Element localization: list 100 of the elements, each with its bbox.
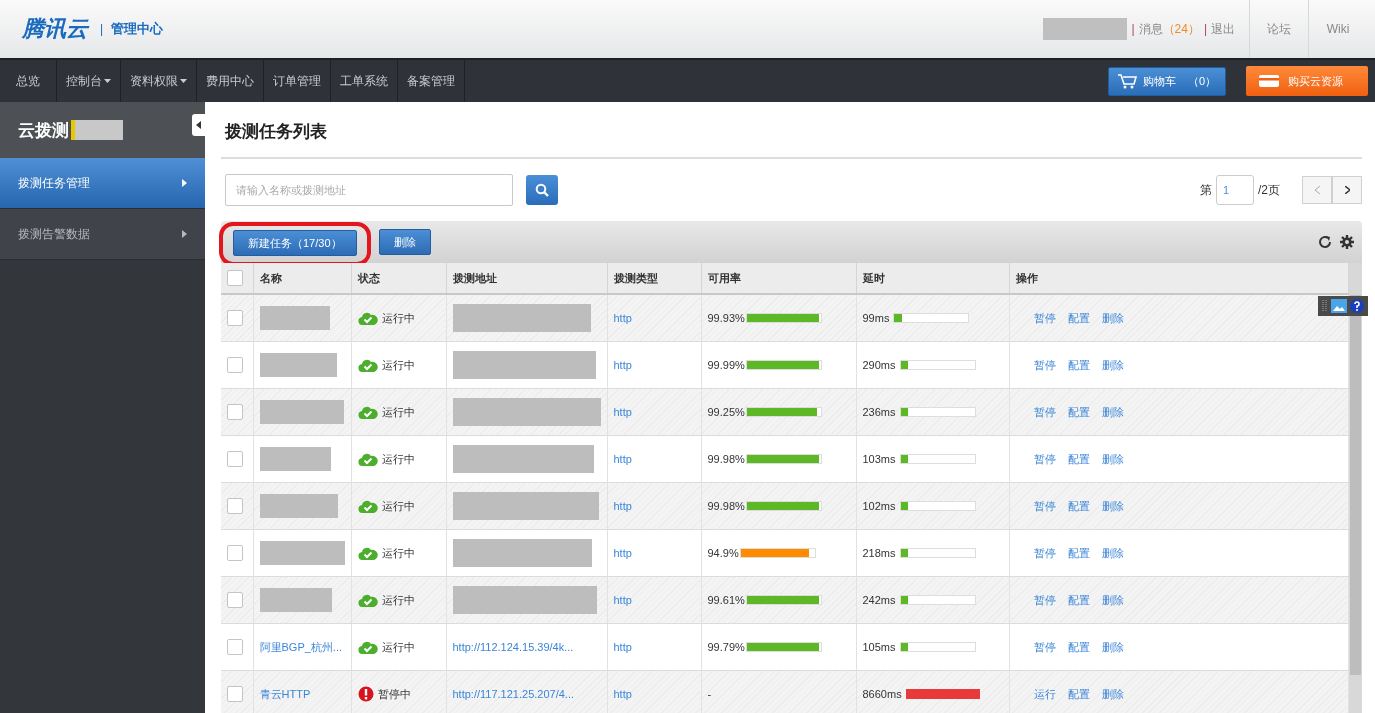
header-link[interactable]: Wiki (1308, 0, 1367, 58)
action-link[interactable]: 删除 (1101, 592, 1124, 608)
logo[interactable]: 腾讯云 (22, 14, 88, 44)
row-checkbox[interactable] (227, 639, 243, 655)
search-button[interactable] (526, 175, 558, 205)
type-link[interactable]: http (613, 406, 632, 418)
type-link[interactable]: http (613, 641, 632, 653)
chevron-icon (182, 179, 187, 187)
latency-value: 236ms (862, 406, 896, 418)
chevron-icon (1344, 186, 1350, 194)
action-link[interactable]: 配置 (1067, 639, 1090, 655)
search-field[interactable]: 请输入名称或拨测地址 (225, 174, 513, 206)
latency-value: 8660ms (862, 688, 902, 700)
column-header: 拨测地址 (446, 263, 607, 294)
action-link[interactable]: 暂停 (1033, 592, 1056, 608)
status-text: 运行中 (381, 357, 415, 373)
action-link[interactable]: 删除 (1101, 357, 1124, 373)
action-link[interactable]: 暂停 (1033, 357, 1056, 373)
help-icon (1350, 299, 1364, 313)
action-link[interactable]: 运行 (1033, 686, 1056, 702)
action-link[interactable]: 删除 (1101, 545, 1124, 561)
product-title: 云拨测 (18, 119, 69, 142)
status-text: 运行中 (381, 639, 415, 655)
row-checkbox[interactable] (227, 310, 243, 326)
action-link[interactable]: 删除 (1101, 686, 1124, 702)
availability-value: 94.9% (707, 547, 739, 559)
availability-value: 99.98% (707, 500, 745, 512)
latency-value: 290ms (862, 359, 896, 371)
column-header: 操作 (1009, 263, 1349, 294)
delete-button[interactable]: 删除 (378, 229, 431, 255)
address-link[interactable]: http://112.124.15.39/4k... (452, 641, 574, 653)
row-checkbox[interactable] (227, 545, 243, 561)
row-checkbox[interactable] (227, 404, 243, 420)
action-link[interactable]: 删除 (1101, 639, 1124, 655)
action-link[interactable]: 暂停 (1033, 310, 1056, 326)
status-text: 运行中 (381, 592, 415, 608)
nav-item[interactable]: 订单管理 (264, 60, 331, 102)
action-link[interactable]: 配置 (1067, 545, 1090, 561)
task-name-link[interactable]: 青云HTTP (259, 687, 311, 700)
divider-mark: | (1203, 22, 1207, 36)
action-link[interactable]: 删除 (1101, 451, 1124, 467)
availability-value: 99.79% (707, 641, 745, 653)
availability-value: 99.99% (707, 359, 745, 371)
previous-page-button[interactable] (1302, 176, 1332, 204)
new-task-button[interactable]: 新建任务（17/30） (233, 230, 357, 256)
action-link[interactable]: 删除 (1101, 310, 1124, 326)
action-link[interactable]: 暂停 (1033, 639, 1056, 655)
column-header: 延时 (856, 263, 1009, 294)
divider-mark: | (1131, 22, 1135, 36)
type-link[interactable]: http (613, 594, 632, 606)
nav-item[interactable]: 工单系统 (331, 60, 398, 102)
availability-value: 99.61% (707, 594, 745, 606)
action-link[interactable]: 删除 (1101, 404, 1124, 420)
page-field[interactable]: 1 (1216, 175, 1254, 205)
action-link[interactable]: 配置 (1067, 686, 1090, 702)
action-link[interactable]: 配置 (1067, 451, 1090, 467)
chevron-icon (1314, 186, 1320, 194)
type-link[interactable]: http (613, 312, 632, 324)
action-link[interactable]: 配置 (1067, 498, 1090, 514)
select-all-checkbox[interactable] (227, 270, 243, 286)
task-name-link[interactable]: 阿里BGP_杭州... (259, 640, 343, 653)
logout-link[interactable]: 退出 (1211, 20, 1235, 38)
caret-icon (104, 79, 111, 83)
redacted-block (71, 120, 123, 140)
header-link[interactable]: 论坛 (1249, 0, 1308, 58)
search-icon (535, 183, 549, 197)
action-link[interactable]: 暂停 (1033, 451, 1056, 467)
action-link[interactable]: 暂停 (1033, 498, 1056, 514)
type-link[interactable]: http (613, 359, 632, 371)
action-link[interactable]: 配置 (1067, 310, 1090, 326)
action-link[interactable]: 删除 (1101, 498, 1124, 514)
next-page-button[interactable] (1332, 176, 1362, 204)
sidebar-item[interactable]: 拨测任务管理 (0, 158, 205, 209)
column-header: 可用率 (701, 263, 856, 294)
messages-link[interactable]: 消息（24） (1138, 20, 1200, 38)
row-checkbox[interactable] (227, 498, 243, 514)
action-link[interactable]: 配置 (1067, 592, 1090, 608)
scrollbar[interactable] (1349, 263, 1362, 713)
cart-button[interactable]: 购物车 （0） (1108, 66, 1226, 96)
type-link[interactable]: http (613, 547, 632, 559)
latency-value: 218ms (862, 547, 896, 559)
grip-icon (1322, 299, 1328, 313)
action-link[interactable]: 配置 (1067, 357, 1090, 373)
action-link[interactable]: 暂停 (1033, 404, 1056, 420)
row-checkbox[interactable] (227, 592, 243, 608)
status-text: 运行中 (381, 451, 415, 467)
type-link[interactable]: http (613, 453, 632, 465)
action-link[interactable]: 暂停 (1033, 545, 1056, 561)
row-checkbox[interactable] (227, 451, 243, 467)
buy-button[interactable]: 购买云资源 (1246, 66, 1368, 96)
nav-item[interactable]: 备案管理 (398, 60, 465, 102)
collapse-button[interactable] (192, 114, 205, 136)
row-checkbox[interactable] (227, 357, 243, 373)
action-link[interactable]: 配置 (1067, 404, 1090, 420)
row-checkbox[interactable] (227, 686, 243, 702)
availability-value: 99.98% (707, 453, 745, 465)
type-link[interactable]: http (613, 688, 632, 700)
sidebar-item[interactable]: 拨测告警数据 (0, 209, 205, 260)
type-link[interactable]: http (613, 500, 632, 512)
console-title: 管理中心 (111, 20, 164, 38)
